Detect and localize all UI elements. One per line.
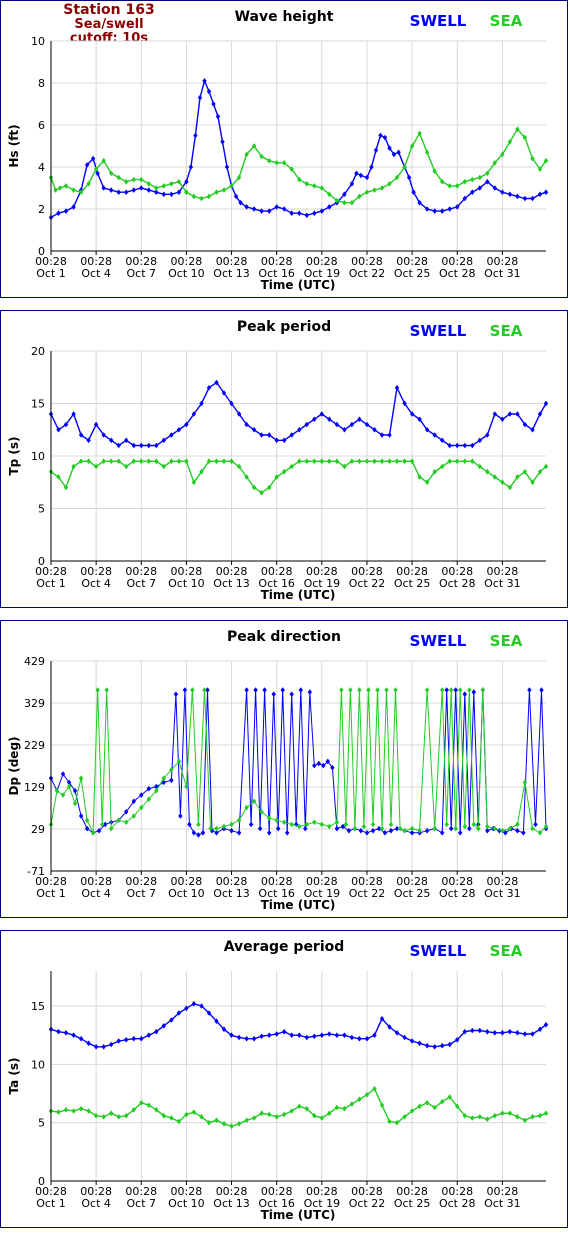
x-tick-date: Oct 28 bbox=[439, 887, 476, 900]
x-axis-label: Time (UTC) bbox=[261, 898, 336, 912]
y-tick-label: 229 bbox=[24, 739, 45, 752]
average-period-panel: 0 5 10 15 00:28 Oct 1 00:28 Oct 4 00:28 Oct 7 00:2… bbox=[0, 930, 568, 1228]
x-tick-date: Oct 31 bbox=[484, 1197, 521, 1210]
peak-direction-panel: -71 29 129 229 329 429 00:28 Oct 1 00:28 Oct 4 00:… bbox=[0, 620, 568, 918]
y-tick-label: 10 bbox=[31, 1058, 45, 1071]
x-tick-date: Oct 22 bbox=[349, 887, 386, 900]
x-tick-date: Oct 13 bbox=[213, 267, 250, 280]
legend-sea: SEA bbox=[490, 632, 523, 650]
chart-title: Peak period bbox=[237, 319, 331, 335]
x-tick-date: Oct 28 bbox=[439, 577, 476, 590]
wave-height-panel: Station 163 Sea/swell cutoff: 10s 024681… bbox=[0, 0, 568, 298]
y-axis-label: Ta (s) bbox=[7, 1057, 21, 1094]
x-tick-date: Oct 22 bbox=[349, 267, 386, 280]
x-tick-date: Oct 4 bbox=[81, 1197, 111, 1210]
legend-sea: SEA bbox=[490, 322, 523, 340]
y-tick-label: 6 bbox=[38, 119, 45, 132]
x-axis-label: Time (UTC) bbox=[261, 1208, 336, 1222]
legend-swell: SWELL bbox=[410, 632, 467, 650]
x-tick-date: Oct 25 bbox=[394, 267, 431, 280]
chart-title: Peak direction bbox=[227, 629, 341, 645]
wave-height-chart: 024681000:28Oct 100:28Oct 400:28Oct 700:… bbox=[7, 9, 549, 292]
x-tick-date: Oct 13 bbox=[213, 1197, 250, 1210]
y-tick-label: 4 bbox=[38, 161, 45, 174]
y-tick-label: 329 bbox=[24, 697, 45, 710]
y-tick-label: 10 bbox=[31, 450, 45, 463]
y-axis-label: Tp (s) bbox=[7, 436, 21, 475]
x-tick-date: Oct 4 bbox=[81, 577, 111, 590]
legend-swell: SWELL bbox=[410, 322, 467, 340]
y-axis-label: Hs (ft) bbox=[7, 124, 21, 167]
peak-period-panel: 0 5 10 15 20 00:28 Oct 1 00:28 Oct 4 00:28 Oct 7 00… bbox=[0, 310, 568, 608]
y-tick-label: 429 bbox=[24, 655, 45, 668]
peak-period-chart: 0510152000:28Oct 100:28Oct 400:28Oct 700… bbox=[7, 319, 549, 602]
plot-area bbox=[51, 41, 546, 251]
y-tick-label: 2 bbox=[38, 203, 45, 216]
x-tick-date: Oct 22 bbox=[349, 1197, 386, 1210]
y-tick-label: 15 bbox=[31, 1000, 45, 1013]
y-tick-label: 15 bbox=[31, 398, 45, 411]
y-tick-label: 129 bbox=[24, 781, 45, 794]
y-tick-label: 5 bbox=[38, 1117, 45, 1130]
x-tick-date: Oct 22 bbox=[349, 577, 386, 590]
y-tick-label: 20 bbox=[31, 345, 45, 358]
x-tick-date: Oct 13 bbox=[213, 577, 250, 590]
legend-swell: SWELL bbox=[410, 12, 467, 30]
x-tick-date: Oct 10 bbox=[168, 1197, 205, 1210]
x-tick-date: Oct 1 bbox=[36, 887, 66, 900]
legend-swell: SWELL bbox=[410, 942, 467, 960]
x-tick-date: Oct 1 bbox=[36, 267, 66, 280]
x-tick-date: Oct 7 bbox=[127, 887, 157, 900]
y-tick-label: 29 bbox=[31, 823, 45, 836]
y-tick-label: 10 bbox=[31, 35, 45, 48]
x-axis-label: Time (UTC) bbox=[261, 278, 336, 292]
x-tick-date: Oct 7 bbox=[127, 1197, 157, 1210]
x-tick-date: Oct 7 bbox=[127, 577, 157, 590]
x-tick-date: Oct 4 bbox=[81, 887, 111, 900]
x-tick-date: Oct 31 bbox=[484, 577, 521, 590]
x-tick-date: Oct 4 bbox=[81, 267, 111, 280]
x-tick-date: Oct 28 bbox=[439, 267, 476, 280]
x-tick-date: Oct 28 bbox=[439, 1197, 476, 1210]
y-axis-label: Dp (deg) bbox=[7, 736, 21, 795]
chart-title: Average period bbox=[224, 939, 345, 955]
x-tick-date: Oct 10 bbox=[168, 267, 205, 280]
y-tick-label: 8 bbox=[38, 77, 45, 90]
peak-direction-chart: -712912922932942900:28Oct 100:28Oct 400:… bbox=[7, 629, 549, 912]
x-tick-date: Oct 25 bbox=[394, 577, 431, 590]
x-tick-date: Oct 10 bbox=[168, 577, 205, 590]
plot-area bbox=[51, 971, 546, 1181]
legend-sea: SEA bbox=[490, 942, 523, 960]
chart-title: Wave height bbox=[235, 9, 334, 25]
x-tick-date: Oct 31 bbox=[484, 887, 521, 900]
x-tick-date: Oct 25 bbox=[394, 887, 431, 900]
x-tick-date: Oct 7 bbox=[127, 267, 157, 280]
x-tick-date: Oct 13 bbox=[213, 887, 250, 900]
x-tick-date: Oct 25 bbox=[394, 1197, 431, 1210]
x-axis-label: Time (UTC) bbox=[261, 588, 336, 602]
x-tick-date: Oct 10 bbox=[168, 887, 205, 900]
y-tick-label: 5 bbox=[38, 503, 45, 516]
x-tick-date: Oct 1 bbox=[36, 577, 66, 590]
average-period-chart: 05101500:28Oct 100:28Oct 400:28Oct 700:2… bbox=[7, 939, 549, 1222]
legend-sea: SEA bbox=[490, 12, 523, 30]
x-tick-date: Oct 31 bbox=[484, 267, 521, 280]
x-tick-date: Oct 1 bbox=[36, 1197, 66, 1210]
